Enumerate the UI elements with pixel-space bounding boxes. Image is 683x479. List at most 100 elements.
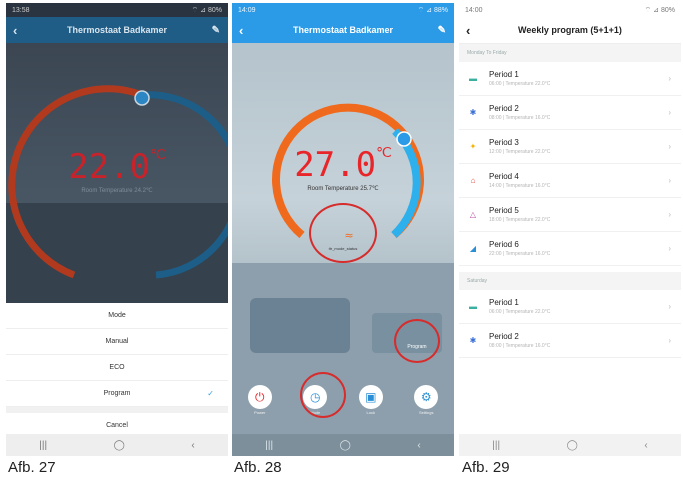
set-temperature: 27.0℃: [232, 145, 454, 185]
option-label: ECO: [109, 364, 125, 371]
set-temperature: 22.0℃: [6, 147, 228, 187]
period-row[interactable]: ⌂ Period 4 14:00 | Temperature 16.0°C ›: [459, 164, 681, 198]
period-name: Period 2: [489, 104, 519, 113]
chevron-right-icon: ›: [668, 108, 671, 117]
room-temperature: Room Temperature 25.7℃: [307, 186, 379, 192]
status-time: 13:58: [12, 6, 30, 14]
status-indicators: ⌔ ⊿ 80%: [644, 6, 675, 14]
status-time: 14:00: [465, 6, 483, 14]
cancel-label: Cancel: [106, 422, 128, 429]
dial-handle[interactable]: [134, 90, 150, 106]
chevron-right-icon: ›: [668, 244, 671, 253]
home-icon[interactable]: ◯: [114, 440, 125, 451]
recents-icon[interactable]: |||: [265, 440, 273, 451]
period-detail: 22:00 | Temperature 16.0°C: [489, 251, 551, 257]
period-row[interactable]: ✱ Period 2 08:00 | Temperature 16.0°C ›: [459, 324, 681, 358]
chevron-right-icon: ›: [668, 74, 671, 83]
room-temperature: Room Temperature 24.2℃: [81, 188, 153, 194]
period-detail: 08:00 | Temperature 16.0°C: [489, 115, 551, 121]
annotation-circle-mode: [300, 372, 346, 418]
home-icon: ⌂: [470, 176, 476, 185]
mode-option-program[interactable]: Program ✓: [6, 381, 228, 407]
lock-label: Lock: [366, 410, 375, 415]
section-header: Saturday: [459, 272, 681, 290]
recents-icon[interactable]: |||: [39, 440, 47, 451]
period-detail: 08:00 | Temperature 16.0°C: [489, 343, 551, 349]
figure-caption: Afb. 27: [8, 459, 56, 476]
edit-icon[interactable]: ✎: [438, 25, 446, 36]
period-detail: 06:00 | Temperature 22.0°C: [489, 309, 551, 315]
period-row[interactable]: ◢ Period 6 22:00 | Temperature 16.0°C ›: [459, 232, 681, 266]
section-header: Monday To Friday: [459, 44, 681, 62]
recents-icon[interactable]: |||: [492, 440, 500, 451]
status-time: 14:09: [238, 6, 256, 14]
mode-bottom-sheet: Mode Manual ECO Program ✓ Cancel: [6, 303, 228, 434]
evening-icon: △: [469, 210, 477, 219]
dial-handle[interactable]: [396, 131, 412, 147]
android-nav-bar: ||| ◯ ‹: [6, 434, 228, 456]
back-icon[interactable]: ‹: [644, 440, 647, 451]
phone-screenshot-weekly-program: 14:00 ⌔ ⊿ 80% ‹ Weekly program (5+1+1) M…: [459, 3, 681, 456]
page-title: Weekly program (5+1+1): [518, 25, 622, 35]
back-arrow-icon[interactable]: ‹: [466, 23, 470, 38]
period-name: Period 6: [489, 240, 519, 249]
power-label: Power: [254, 410, 266, 415]
edit-icon[interactable]: ✎: [212, 25, 220, 36]
gear-icon: ⚙: [414, 385, 439, 409]
back-icon[interactable]: ‹: [417, 440, 420, 451]
back-arrow-icon[interactable]: ‹: [239, 23, 243, 38]
home-icon[interactable]: ◯: [340, 440, 351, 451]
app-bar: ‹ Thermostaat Badkamer ✎: [6, 17, 228, 43]
app-bar: ‹ Thermostaat Badkamer ✎: [232, 17, 454, 43]
lock-icon: ▣: [358, 385, 383, 409]
settings-button[interactable]: ⚙ Settings: [413, 385, 439, 415]
period-row[interactable]: ▬ Period 1 06:00 | Temperature 22.0°C ›: [459, 290, 681, 324]
option-label: Program: [103, 390, 131, 397]
settings-label: Settings: [419, 410, 434, 415]
page-title: Thermostaat Badkamer: [292, 25, 394, 35]
power-icon: ⏻: [247, 385, 272, 409]
briefcase-icon: ✱: [469, 108, 477, 117]
status-bar: 14:00 ⌔ ⊿ 80%: [459, 3, 681, 17]
period-row[interactable]: ✦ Period 3 12:00 | Temperature 22.0°C ›: [459, 130, 681, 164]
chevron-right-icon: ›: [668, 142, 671, 151]
status-bar: 13:58 ⌔ ⊿ 80%: [6, 3, 228, 17]
option-label: Manual: [105, 338, 129, 345]
sofa: [250, 298, 350, 353]
phone-screenshot-mode-menu: 13:58 ⌔ ⊿ 80% ‹ Thermostaat Badkamer ✎ 2…: [6, 3, 228, 456]
status-bar: 14:09 ⌔ ⊿ 88%: [232, 3, 454, 17]
sunrise-icon: ▬: [469, 74, 477, 83]
period-row[interactable]: ✱ Period 2 08:00 | Temperature 16.0°C ›: [459, 96, 681, 130]
lock-button[interactable]: ▣ Lock: [358, 385, 384, 415]
back-arrow-icon[interactable]: ‹: [13, 23, 17, 38]
figure-caption: Afb. 29: [462, 459, 510, 476]
period-name: Period 3: [489, 138, 519, 147]
sheet-title: Mode: [6, 303, 228, 329]
briefcase-icon: ✱: [469, 336, 477, 345]
mode-option-manual[interactable]: Manual: [6, 329, 228, 355]
back-icon[interactable]: ‹: [191, 440, 194, 451]
period-detail: 06:00 | Temperature 22.0°C: [489, 81, 551, 87]
chevron-right-icon: ›: [668, 302, 671, 311]
annotation-circle-program: [394, 319, 440, 363]
status-indicators: ⌔ ⊿ 88%: [417, 6, 448, 14]
period-detail: 12:00 | Temperature 22.0°C: [489, 149, 551, 155]
sun-icon: ✦: [469, 142, 477, 151]
period-name: Period 5: [489, 206, 519, 215]
mode-option-eco[interactable]: ECO: [6, 355, 228, 381]
check-icon: ✓: [207, 389, 214, 398]
page-title: Thermostaat Badkamer: [66, 25, 168, 35]
phone-screenshot-thermostat: 14:09 ⌔ ⊿ 88% ‹ Thermostaat Badkamer ✎ ≈…: [232, 3, 454, 456]
temperature-unit: ℃: [376, 145, 392, 161]
figure-caption: Afb. 28: [234, 459, 282, 476]
power-button[interactable]: ⏻ Power: [247, 385, 273, 415]
chevron-right-icon: ›: [668, 176, 671, 185]
period-row[interactable]: ▬ Period 1 06:00 | Temperature 22.0°C ›: [459, 62, 681, 96]
home-icon[interactable]: ◯: [567, 440, 578, 451]
app-bar: ‹ Weekly program (5+1+1): [459, 17, 681, 44]
temperature-value: 27.0: [294, 145, 377, 185]
period-name: Period 2: [489, 332, 519, 341]
status-indicators: ⌔ ⊿ 80%: [191, 6, 222, 14]
chevron-right-icon: ›: [668, 210, 671, 219]
period-row[interactable]: △ Period 5 18:00 | Temperature 22.0°C ›: [459, 198, 681, 232]
